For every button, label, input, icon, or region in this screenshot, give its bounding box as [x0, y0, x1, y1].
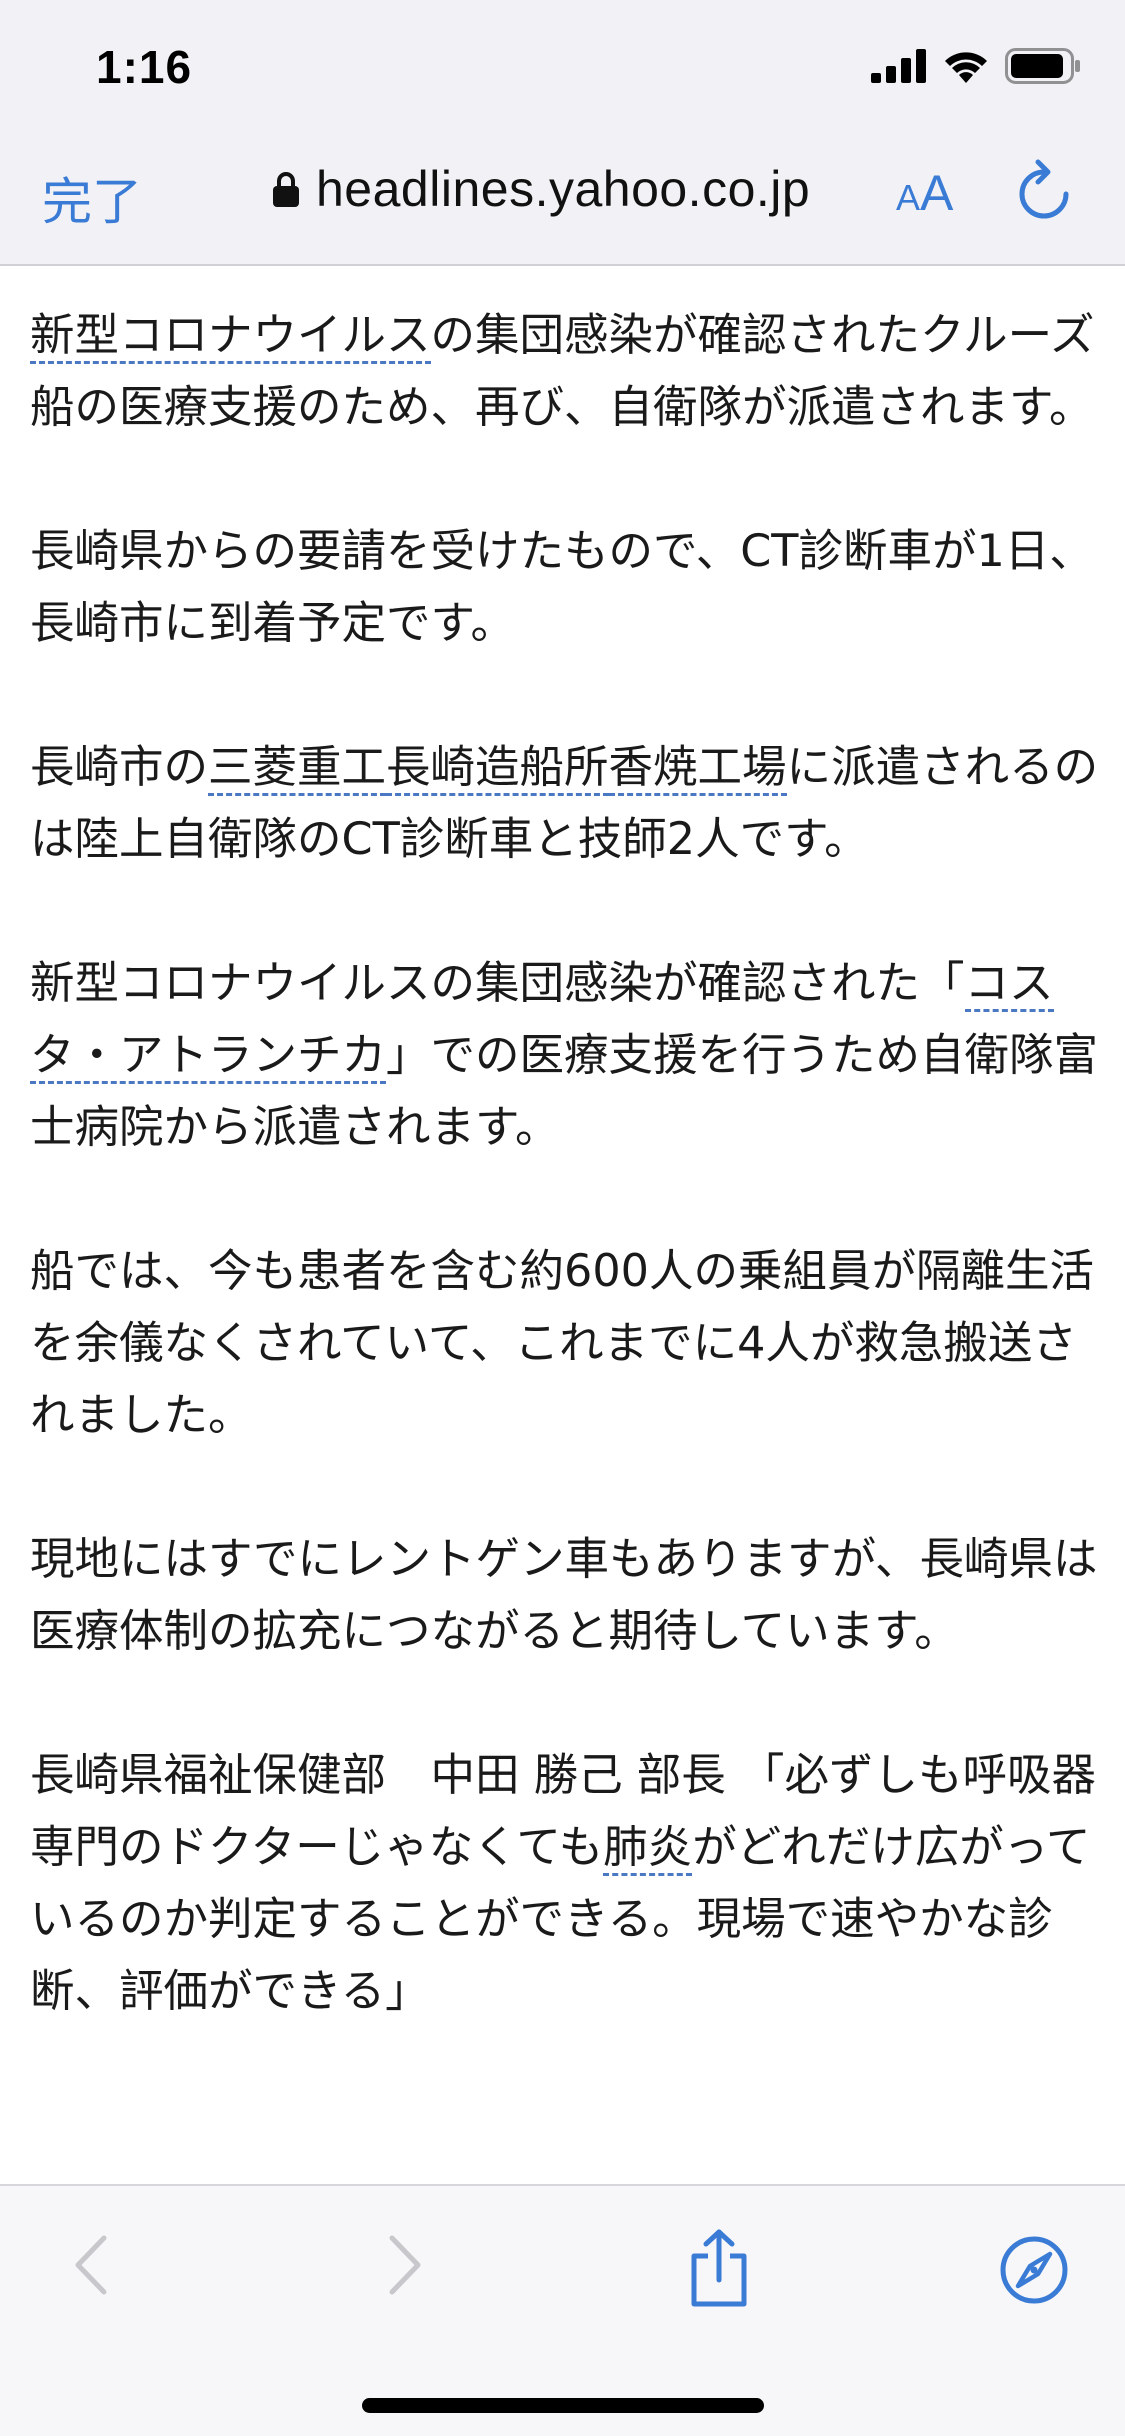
- article-paragraph-3: 長崎市の三菱重工長崎造船所香焼工場に派遣されるのは陸上自衛隊のCT診断車と技師2…: [30, 732, 1110, 876]
- share-button[interactable]: [684, 2228, 754, 2312]
- cellular-signal-icon: [871, 49, 926, 83]
- wifi-icon: [945, 52, 987, 83]
- link-shipyard[interactable]: 長崎造船所: [386, 742, 609, 796]
- article-paragraph-4: 新型コロナウイルスの集団感染が確認された「コスタ・アトランチカ」での医療支援を行…: [30, 948, 1110, 1164]
- status-icons: [871, 48, 1081, 84]
- url-text: headlines.yahoo.co.jp: [316, 161, 811, 217]
- status-time: 1:16: [96, 41, 193, 93]
- forward-button[interactable]: [380, 2230, 430, 2304]
- link-koyagi-factory[interactable]: 香焼工場: [608, 742, 787, 796]
- link-mitsubishi[interactable]: 三菱重工: [208, 742, 387, 796]
- chevron-left-icon: [75, 2235, 107, 2295]
- reload-button[interactable]: [1016, 158, 1072, 228]
- article-paragraph-7: 長崎県福祉保健部 中田 勝己 部長 「必ずしも呼吸器専門のドクターじゃなくても肺…: [30, 1740, 1110, 2028]
- text-size-small-glyph: A: [896, 177, 921, 218]
- address-bar[interactable]: headlines.yahoo.co.jp: [272, 160, 810, 218]
- text-size-large-glyph: A: [920, 165, 954, 221]
- battery-icon: [1005, 48, 1080, 84]
- back-button[interactable]: [66, 2230, 116, 2304]
- compass-icon: [1000, 2236, 1068, 2304]
- home-indicator: [362, 2398, 764, 2413]
- screen: 1:16 完了 headlines.yahoo.co.jp AA 新型コロナウイ…: [0, 0, 1125, 2436]
- browser-nav-row: 完了 headlines.yahoo.co.jp AA: [0, 150, 1125, 234]
- article-paragraph-5: 船では、今も患者を含む約600人の乗組員が隔離生活を余儀なくされていて、これまで…: [30, 1246, 1094, 1441]
- lock-icon: [273, 172, 299, 207]
- article-paragraph-1: 新型コロナウイルスの集団感染が確認されたクルーズ船の医療支援のため、再び、自衛隊…: [30, 300, 1110, 444]
- paragraph-text: 新型コロナウイルスの集団感染が確認された「: [30, 958, 965, 1009]
- text-size-button[interactable]: AA: [896, 164, 953, 222]
- link-pneumonia[interactable]: 肺炎: [603, 1822, 693, 1876]
- chevron-right-icon: [389, 2235, 421, 2295]
- share-icon: [691, 2229, 747, 2307]
- open-in-safari-button[interactable]: [998, 2234, 1070, 2310]
- reload-icon: [1019, 159, 1069, 219]
- top-bar: 1:16 完了 headlines.yahoo.co.jp AA: [0, 0, 1125, 266]
- article-body: 新型コロナウイルスの集団感染が確認されたクルーズ船の医療支援のため、再び、自衛隊…: [30, 300, 1110, 2100]
- link-covid[interactable]: 新型コロナウイルス: [30, 310, 431, 364]
- paragraph-text: 長崎市の: [30, 742, 209, 793]
- done-button[interactable]: 完了: [42, 162, 142, 234]
- article-paragraph-6: 現地にはすでにレントゲン車もありますが、長崎県は医療体制の拡充につながると期待し…: [30, 1534, 1098, 1657]
- article-paragraph-2: 長崎県からの要請を受けたもので、CT診断車が1日、長崎市に到着予定です。: [30, 526, 1094, 649]
